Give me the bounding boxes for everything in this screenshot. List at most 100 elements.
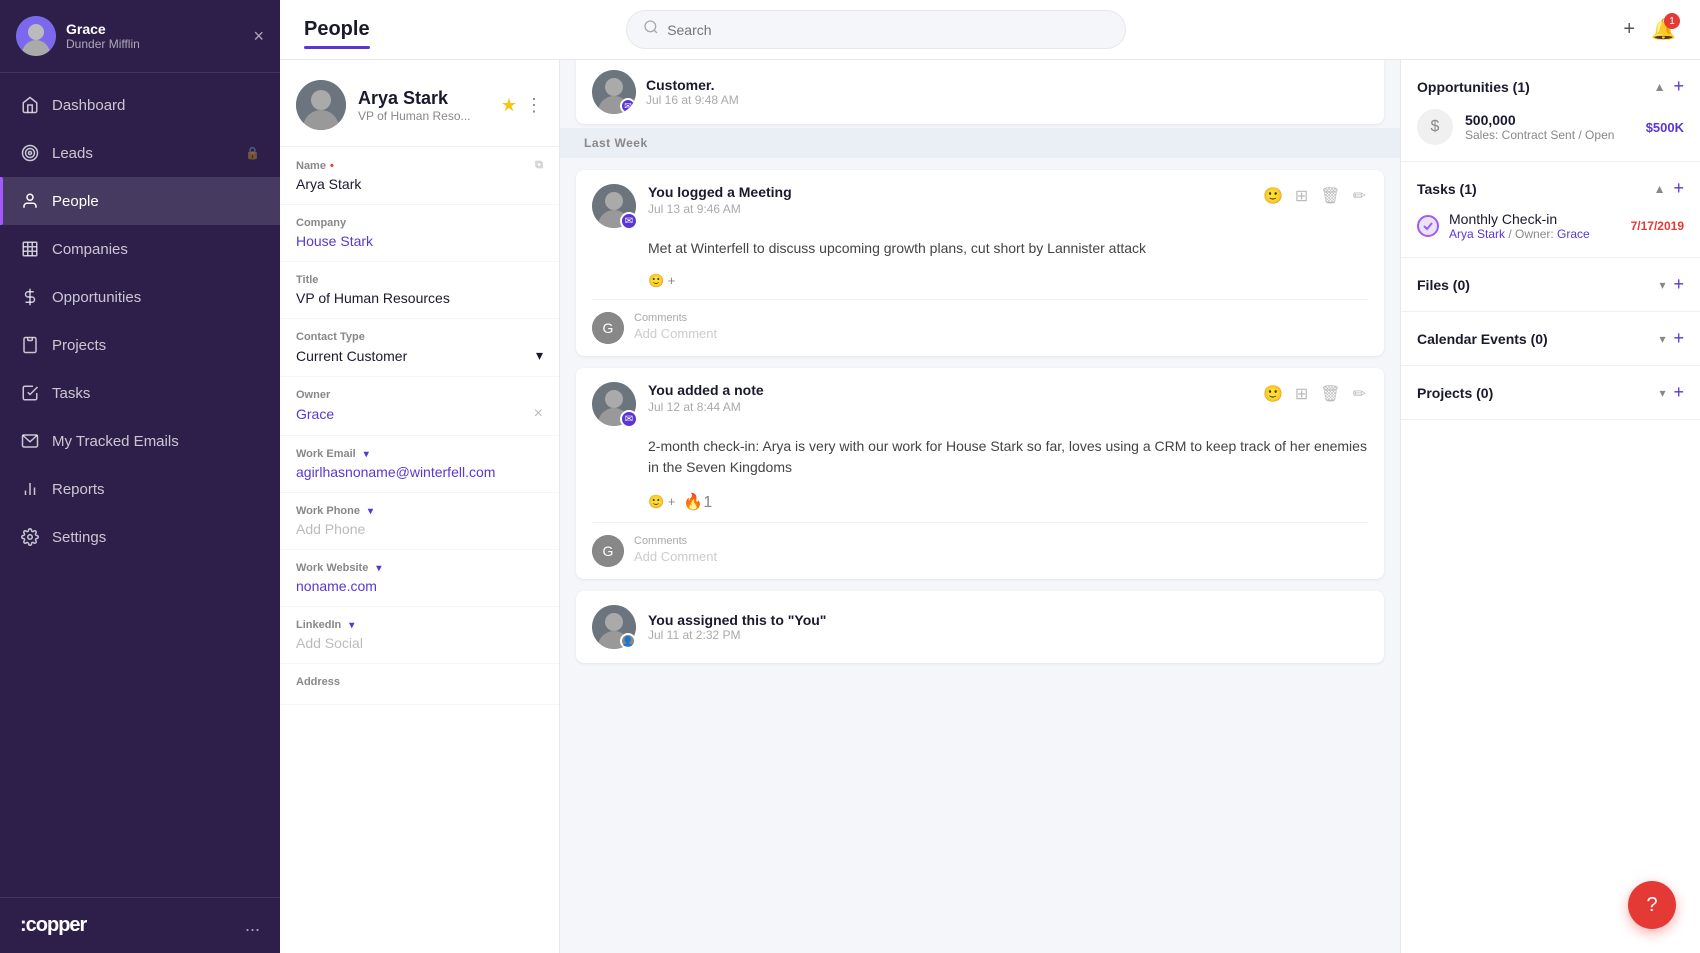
topbar-actions: + 🔔 1 [1623,17,1676,42]
delete-icon[interactable]: 🗑 [1318,382,1342,406]
field-value-website[interactable]: noname.com [296,578,543,594]
copy-icon[interactable]: ⧉ [535,159,543,172]
more-options-icon[interactable]: ⋮ [525,95,543,116]
sidebar-item-tracked-emails[interactable]: My Tracked Emails [0,417,280,465]
opportunity-name[interactable]: 500,000 [1465,112,1634,128]
app-logo: :copper [20,914,86,937]
activity-body: 2-month check-in: Arya is very with our … [576,426,1384,488]
comment-placeholder[interactable]: Add Comment [634,326,1368,341]
field-label-name: Name • ⧉ [296,159,543,172]
field-value-contact-type[interactable]: Current Customer ▾ [296,347,543,364]
commenter-avatar: G [592,535,624,567]
sidebar-item-dashboard[interactable]: Dashboard [0,81,280,129]
field-label-company: Company [296,217,543,229]
edit-icon[interactable]: ✏ [1351,382,1368,406]
phone-dropdown-icon[interactable]: ▾ [368,506,373,517]
task-assignee[interactable]: Arya Stark [1449,227,1505,241]
close-icon[interactable]: × [253,26,264,47]
star-icon[interactable]: ★ [501,95,517,116]
linkedin-dropdown-icon[interactable]: ▾ [349,620,354,631]
task-checkbox[interactable] [1417,215,1439,237]
contact-company-field: Company House Stark [280,205,559,262]
opportunities-header[interactable]: Opportunities (1) ▲ + [1417,76,1684,97]
search-bar[interactable] [626,10,1126,49]
add-project-icon[interactable]: + [1673,382,1684,403]
help-button[interactable]: ? [1628,881,1676,929]
email-dropdown-icon[interactable]: ▾ [364,449,369,460]
task-date: 7/17/2019 [1631,219,1684,233]
emoji-icon[interactable]: 🙂 [1261,382,1285,406]
sidebar-item-tasks[interactable]: Tasks [0,369,280,417]
sidebar-item-leads[interactable]: Leads 🔒 [0,129,280,177]
activity-reactions: 🙂 + 🔥1 [576,488,1384,522]
chevron-up-icon[interactable]: ▲ [1654,80,1666,94]
avatar [16,16,56,56]
comment-placeholder[interactable]: Add Comment [634,549,1368,564]
simple-title: You assigned this to "You" [648,612,1368,628]
calendar-actions: ▾ + [1659,328,1684,349]
task-card: Monthly Check-in Arya Stark / Owner: Gra… [1417,211,1684,241]
opportunity-amount: $500K [1646,120,1684,135]
sidebar-item-label: Leads [52,145,233,162]
sidebar-item-projects[interactable]: Projects [0,321,280,369]
contact-name: Arya Stark [358,88,489,109]
field-value-linkedin[interactable]: Add Social [296,635,543,651]
add-file-icon[interactable]: + [1673,274,1684,295]
remove-owner-icon[interactable]: × [534,405,543,423]
sidebar: Grace Dunder Mifflin × Dashboard Leads 🔒… [0,0,280,953]
projects-title: Projects (0) [1417,385,1493,401]
sidebar-item-people[interactable]: People [0,177,280,225]
check-icon [20,383,40,403]
tasks-header[interactable]: Tasks (1) ▲ + [1417,178,1684,199]
edit-icon[interactable]: ✏ [1351,184,1368,208]
chevron-down-icon[interactable]: ▾ [1659,386,1665,400]
projects-actions: ▾ + [1659,382,1684,403]
fire-reaction[interactable]: 🔥1 [683,492,712,512]
sidebar-item-companies[interactable]: Companies [0,225,280,273]
add-calendar-icon[interactable]: + [1673,328,1684,349]
more-icon[interactable]: ... [245,915,260,936]
add-reaction-btn[interactable]: 🙂 + [648,494,675,510]
notifications-button[interactable]: 🔔 1 [1651,17,1676,42]
add-reaction-btn[interactable]: 🙂 + [648,273,675,289]
sidebar-item-reports[interactable]: Reports [0,465,280,513]
dollar-icon [20,287,40,307]
website-dropdown-icon[interactable]: ▾ [376,563,381,574]
add-button[interactable]: + [1623,18,1635,41]
task-owner[interactable]: Grace [1557,227,1590,241]
delete-icon[interactable]: 🗑 [1318,184,1342,208]
add-icon[interactable]: ⊞ [1293,184,1310,208]
simple-type-badge: 👤 [620,633,636,649]
sidebar-user-name: Grace [66,21,243,37]
add-icon[interactable]: ⊞ [1293,382,1310,406]
page-title: People [304,18,370,41]
files-header[interactable]: Files (0) ▾ + [1417,274,1684,295]
sidebar-item-settings[interactable]: Settings [0,513,280,561]
chevron-down-icon[interactable]: ▾ [1659,332,1665,346]
field-value-phone[interactable]: Add Phone [296,521,543,537]
field-label-address: Address [296,676,543,688]
activity-time: Jul 12 at 8:44 AM [648,400,1249,414]
sidebar-item-opportunities[interactable]: Opportunities [0,273,280,321]
chevron-up-icon[interactable]: ▲ [1654,182,1666,196]
chevron-down-icon[interactable]: ▾ [1659,278,1665,292]
right-section-projects: Projects (0) ▾ + [1401,366,1700,420]
emoji-icon[interactable]: 🙂 [1261,184,1285,208]
contact-owner-field: Owner Grace × [280,377,559,436]
add-opportunity-icon[interactable]: + [1673,76,1684,97]
activity-comment: G Comments Add Comment [576,523,1384,579]
activity-panel: ✉ Customer. Jul 16 at 9:48 AM Last Week [560,60,1400,953]
field-value-company[interactable]: House Stark [296,233,543,249]
projects-header[interactable]: Projects (0) ▾ + [1417,382,1684,403]
right-section-calendar: Calendar Events (0) ▾ + [1401,312,1700,366]
add-task-icon[interactable]: + [1673,178,1684,199]
field-value-email[interactable]: agirlhasnoname@winterfell.com [296,464,543,480]
search-icon [643,19,659,40]
contact-title: VP of Human Reso... [358,109,489,123]
sidebar-item-label: Projects [52,337,260,354]
calendar-header[interactable]: Calendar Events (0) ▾ + [1417,328,1684,349]
search-input[interactable] [667,22,1109,38]
field-label-linkedin: LinkedIn ▾ [296,619,543,631]
field-value-owner[interactable]: Grace [296,406,334,422]
person-icon [20,191,40,211]
